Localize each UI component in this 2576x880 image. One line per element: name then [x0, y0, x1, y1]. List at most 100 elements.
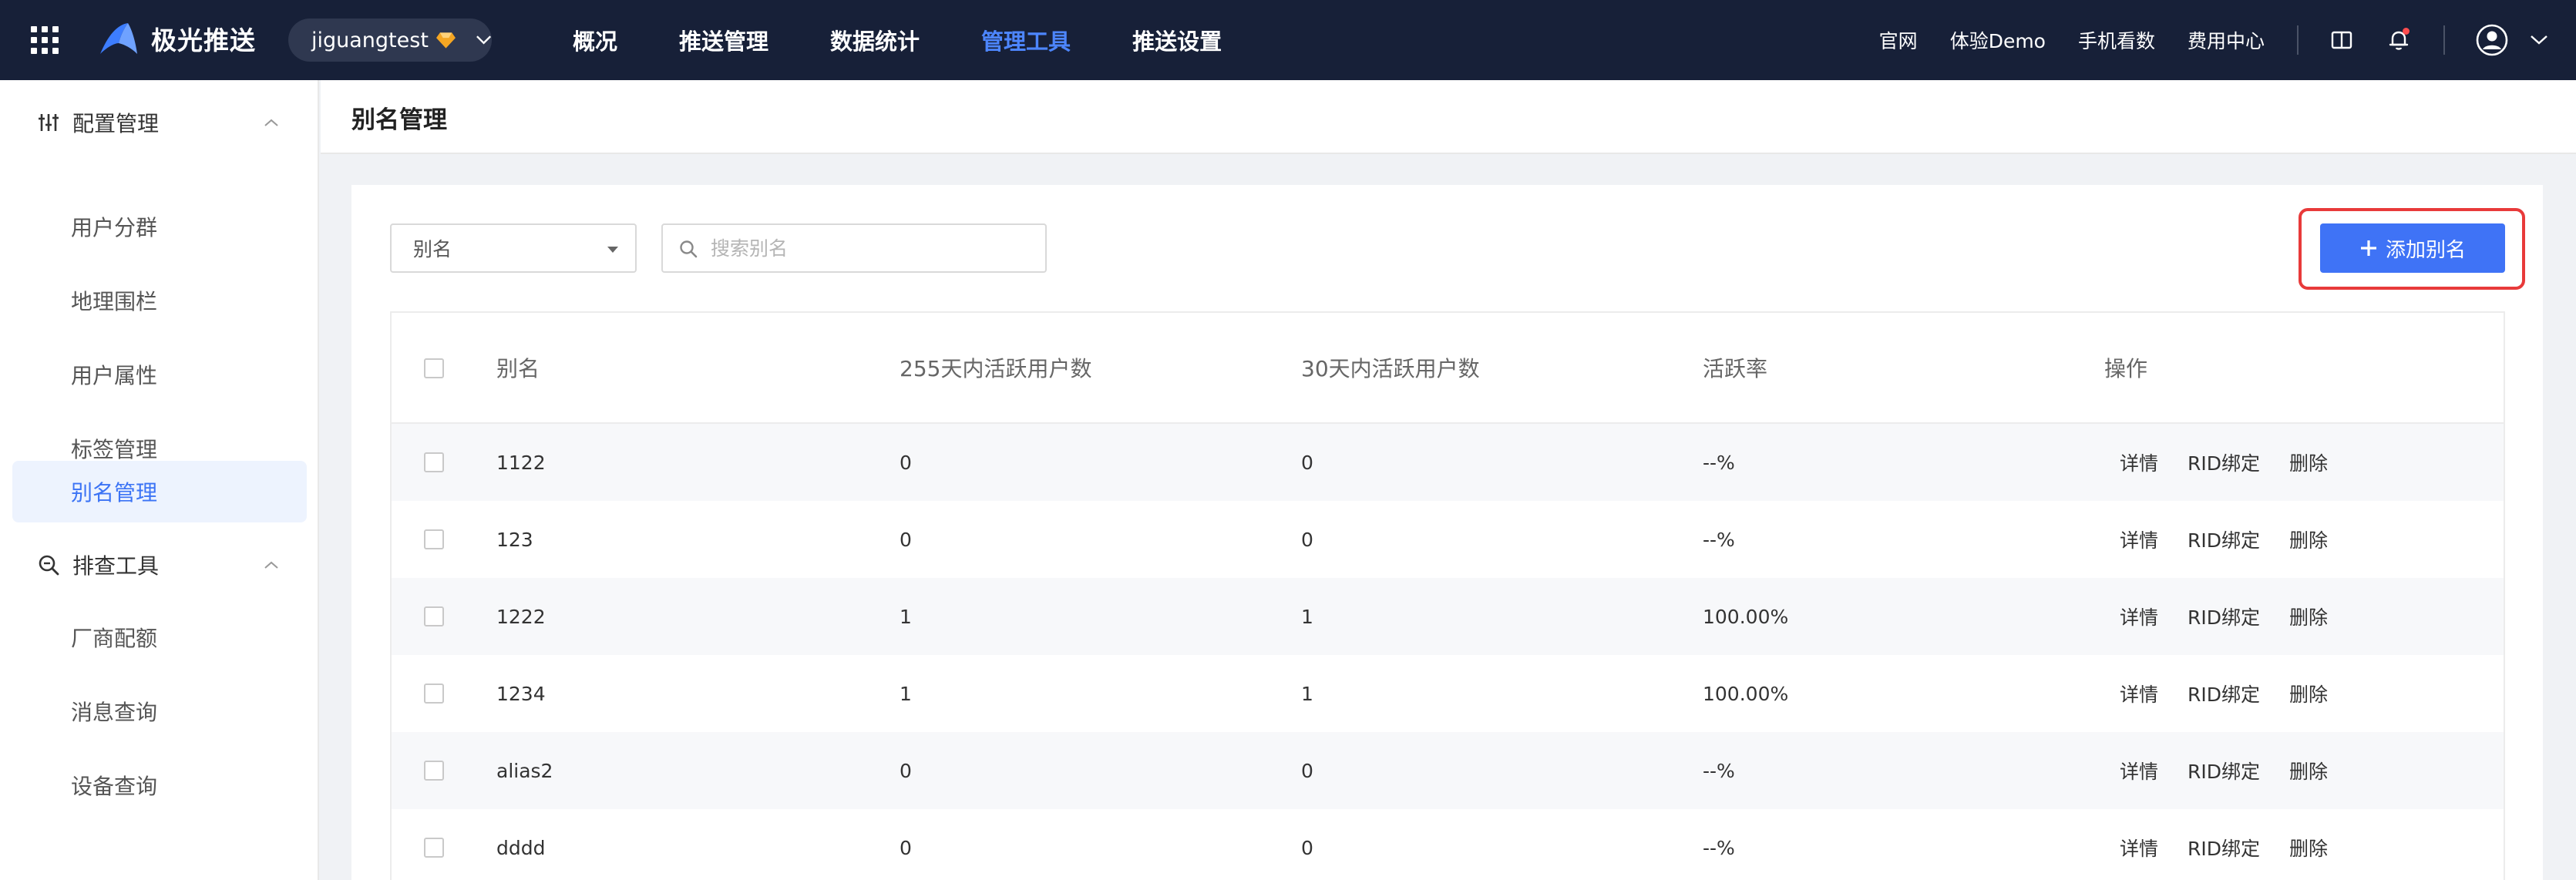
rid-bind-link[interactable]: RID绑定	[2188, 603, 2260, 630]
table-row: dddd 0 0 --% 详情 RID绑定 删除	[392, 809, 2504, 880]
cell-alias: dddd	[496, 836, 546, 859]
row-actions: 详情 RID绑定 删除	[2120, 448, 2328, 476]
chevron-up-icon	[264, 119, 278, 126]
sidebar-item-device-query[interactable]: 设备查询	[12, 754, 307, 816]
logo[interactable]: 极光推送	[97, 20, 256, 57]
details-link[interactable]: 详情	[2120, 603, 2158, 630]
link-official-site[interactable]: 官网	[1879, 26, 1918, 54]
cell-active-rate: --%	[1703, 451, 1735, 474]
nav-overview[interactable]: 概况	[573, 24, 617, 56]
book-icon[interactable]	[2329, 28, 2354, 52]
rid-bind-link[interactable]: RID绑定	[2188, 526, 2260, 553]
link-demo[interactable]: 体验Demo	[1950, 26, 2046, 54]
delete-link[interactable]: 删除	[2289, 834, 2328, 862]
select-all-checkbox[interactable]	[424, 358, 444, 378]
sidebar-item-vendor-quota[interactable]: 厂商配额	[12, 606, 307, 668]
sidebar-group-label: 排查工具	[72, 553, 160, 579]
chevron-up-icon	[264, 561, 278, 569]
page-title: 别名管理	[351, 106, 447, 134]
sidebar-item-message-query[interactable]: 消息查询	[12, 680, 307, 742]
cell-active-rate: 100.00%	[1703, 682, 1789, 705]
table-header: 别名 255天内活跃用户数 30天内活跃用户数 活跃率 操作	[392, 313, 2504, 424]
row-actions: 详情 RID绑定 删除	[2120, 680, 2328, 707]
cell-active-255: 0	[900, 528, 912, 551]
row-actions: 详情 RID绑定 删除	[2120, 834, 2328, 862]
app-switcher[interactable]: jiguangtest	[288, 18, 492, 62]
sidebar-group-troubleshoot[interactable]: 排查工具	[0, 540, 319, 589]
nav-push-management[interactable]: 推送管理	[679, 24, 768, 56]
bell-icon[interactable]	[2386, 28, 2411, 52]
link-billing[interactable]: 费用中心	[2188, 26, 2265, 54]
row-checkbox[interactable]	[424, 761, 444, 781]
filter-select-value: 别名	[413, 238, 452, 260]
search-icon	[680, 240, 698, 258]
details-link[interactable]: 详情	[2120, 834, 2158, 862]
page-header: 别名管理	[321, 80, 2576, 154]
table-row: 1222 1 1 100.00% 详情 RID绑定 删除	[392, 578, 2504, 655]
cell-active-255: 0	[900, 836, 912, 859]
rid-bind-link[interactable]: RID绑定	[2188, 680, 2260, 707]
details-link[interactable]: 详情	[2120, 448, 2158, 476]
jiguang-logo-icon	[100, 23, 137, 54]
delete-link[interactable]: 删除	[2289, 526, 2328, 553]
cell-active-255: 0	[900, 451, 912, 474]
cell-active-rate: --%	[1703, 759, 1735, 782]
search-input[interactable]	[709, 236, 1033, 260]
cell-active-30: 1	[1301, 605, 1313, 628]
content-card: 别名 添加别名 别名 255天内活跃用户数 30天内活跃用户数 活跃率 操作	[351, 185, 2543, 880]
table-row: 123 0 0 --% 详情 RID绑定 删除	[392, 501, 2504, 578]
row-checkbox[interactable]	[424, 452, 444, 472]
row-actions: 详情 RID绑定 删除	[2120, 526, 2328, 553]
rid-bind-link[interactable]: RID绑定	[2188, 834, 2260, 862]
nav-push-settings[interactable]: 推送设置	[1132, 24, 1222, 56]
top-navigation-bar: 极光推送 jiguangtest 概况 推送管理 数据统计 管理工具 推送设置 …	[0, 0, 2576, 80]
sidebar-item-user-segment[interactable]: 用户分群	[12, 196, 307, 257]
add-alias-button[interactable]: 添加别名	[2320, 223, 2505, 273]
column-header-actions: 操作	[2104, 356, 2148, 381]
table-row: 1234 1 1 100.00% 详情 RID绑定 删除	[392, 655, 2504, 732]
sidebar: 配置管理 用户分群 地理围栏 用户属性 标签管理 别名管理 排查工具 厂商配额 …	[0, 80, 319, 880]
row-actions: 详情 RID绑定 删除	[2120, 757, 2328, 784]
row-checkbox[interactable]	[424, 684, 444, 704]
search-field[interactable]	[661, 223, 1047, 273]
rid-bind-link[interactable]: RID绑定	[2188, 448, 2260, 476]
filter-select[interactable]: 别名	[390, 223, 637, 273]
sidebar-item-alias-management[interactable]: 别名管理	[12, 461, 307, 522]
nav-statistics[interactable]: 数据统计	[830, 24, 920, 56]
row-checkbox[interactable]	[424, 529, 444, 549]
row-checkbox[interactable]	[424, 838, 444, 858]
main-nav: 概况 推送管理 数据统计 管理工具 推送设置	[573, 0, 1283, 80]
divider	[2443, 25, 2445, 55]
row-checkbox[interactable]	[424, 606, 444, 626]
sliders-icon	[39, 114, 59, 131]
chevron-down-icon	[2531, 35, 2547, 45]
cell-active-30: 0	[1301, 759, 1313, 782]
cell-active-30: 0	[1301, 836, 1313, 859]
cell-active-255: 1	[900, 605, 912, 628]
sidebar-item-user-attributes[interactable]: 用户属性	[12, 344, 307, 405]
details-link[interactable]: 详情	[2120, 526, 2158, 553]
chevron-down-icon	[476, 35, 491, 45]
sidebar-item-geofence[interactable]: 地理围栏	[12, 270, 307, 331]
delete-link[interactable]: 删除	[2289, 680, 2328, 707]
alias-table: 别名 255天内活跃用户数 30天内活跃用户数 活跃率 操作 1122 0 0 …	[390, 311, 2505, 880]
link-mobile-view[interactable]: 手机看数	[2078, 26, 2155, 54]
details-link[interactable]: 详情	[2120, 680, 2158, 707]
plus-icon	[2360, 240, 2376, 256]
delete-link[interactable]: 删除	[2289, 757, 2328, 784]
cell-alias: 123	[496, 528, 533, 551]
cell-active-rate: --%	[1703, 836, 1735, 859]
delete-link[interactable]: 删除	[2289, 448, 2328, 476]
table-row: alias2 0 0 --% 详情 RID绑定 删除	[392, 732, 2504, 809]
cell-alias: 1122	[496, 451, 546, 474]
rid-bind-link[interactable]: RID绑定	[2188, 757, 2260, 784]
cell-active-30: 1	[1301, 682, 1313, 705]
app-grid-icon[interactable]	[31, 26, 59, 54]
zoom-search-icon	[39, 555, 59, 576]
column-header-active-255: 255天内活跃用户数	[900, 356, 1092, 381]
sidebar-group-config[interactable]: 配置管理	[0, 98, 319, 147]
nav-management-tools[interactable]: 管理工具	[981, 24, 1071, 56]
delete-link[interactable]: 删除	[2289, 603, 2328, 630]
user-menu[interactable]	[2476, 24, 2548, 56]
details-link[interactable]: 详情	[2120, 757, 2158, 784]
